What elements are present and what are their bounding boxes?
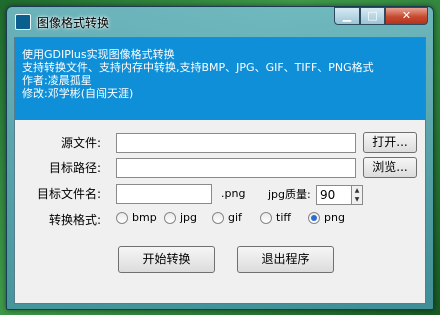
radio-tiff-label: tiff <box>276 211 291 224</box>
minimize-icon: ▁ <box>342 9 352 22</box>
radio-bmp[interactable] <box>116 212 128 224</box>
file-extension-label: .png <box>221 187 246 200</box>
radio-jpg-label: jpg <box>180 211 198 224</box>
target-path-label: 目标路径: <box>49 161 102 175</box>
radio-png[interactable] <box>308 212 320 224</box>
browse-button[interactable]: 浏览... <box>363 157 417 178</box>
source-file-label: 源文件: <box>61 136 102 150</box>
close-icon: ✕ <box>401 9 412 22</box>
radio-gif-label: gif <box>228 211 242 224</box>
exit-button[interactable]: 退出程序 <box>237 246 334 273</box>
maximize-button[interactable]: □ <box>360 7 385 25</box>
banner-line-2: 支持转换文件、支持内存中转换,支持BMP、JPG、GIF、TIFF、PNG格式 <box>22 61 374 74</box>
source-file-input[interactable] <box>116 133 356 153</box>
info-banner: 使用GDIPlus实现图像格式转换 支持转换文件、支持内存中转换,支持BMP、J… <box>15 38 425 120</box>
target-path-input[interactable] <box>116 158 356 178</box>
open-button[interactable]: 打开... <box>363 132 417 153</box>
maximize-icon: □ <box>367 9 378 22</box>
radio-jpg[interactable] <box>164 212 176 224</box>
target-filename-input[interactable] <box>116 184 212 204</box>
banner-line-3: 作者:凌晨孤星 <box>22 74 92 87</box>
radio-gif[interactable] <box>212 212 224 224</box>
jpg-quality-input[interactable]: 90 <box>316 185 352 205</box>
radio-tiff[interactable] <box>260 212 272 224</box>
radio-bmp-label: bmp <box>132 211 157 224</box>
jpg-quality-label: jpg质量: <box>268 188 311 201</box>
spin-down-icon[interactable]: ▼ <box>352 195 362 204</box>
banner-line-4: 修改:邓学彬(自闯天涯) <box>22 87 134 100</box>
client-area: 使用GDIPlus实现图像格式转换 支持转换文件、支持内存中转换,支持BMP、J… <box>14 37 426 304</box>
app-icon <box>15 14 31 30</box>
title-bar[interactable]: 图像格式转换 ▁ □ ✕ <box>7 7 433 37</box>
close-button[interactable]: ✕ <box>385 7 428 25</box>
app-window: 图像格式转换 ▁ □ ✕ 使用GDIPlus实现图像格式转换 支持转换文件、支持… <box>6 6 434 310</box>
radio-png-label: png <box>324 211 345 224</box>
target-filename-label: 目标文件名: <box>37 187 102 201</box>
window-title: 图像格式转换 <box>37 16 110 30</box>
quality-spinner[interactable]: ▲ ▼ <box>351 185 363 205</box>
spin-up-icon[interactable]: ▲ <box>352 186 362 195</box>
start-convert-button[interactable]: 开始转换 <box>118 246 215 273</box>
banner-line-1: 使用GDIPlus实现图像格式转换 <box>22 48 175 61</box>
minimize-button[interactable]: ▁ <box>334 7 360 25</box>
convert-format-label: 转换格式: <box>49 213 102 227</box>
